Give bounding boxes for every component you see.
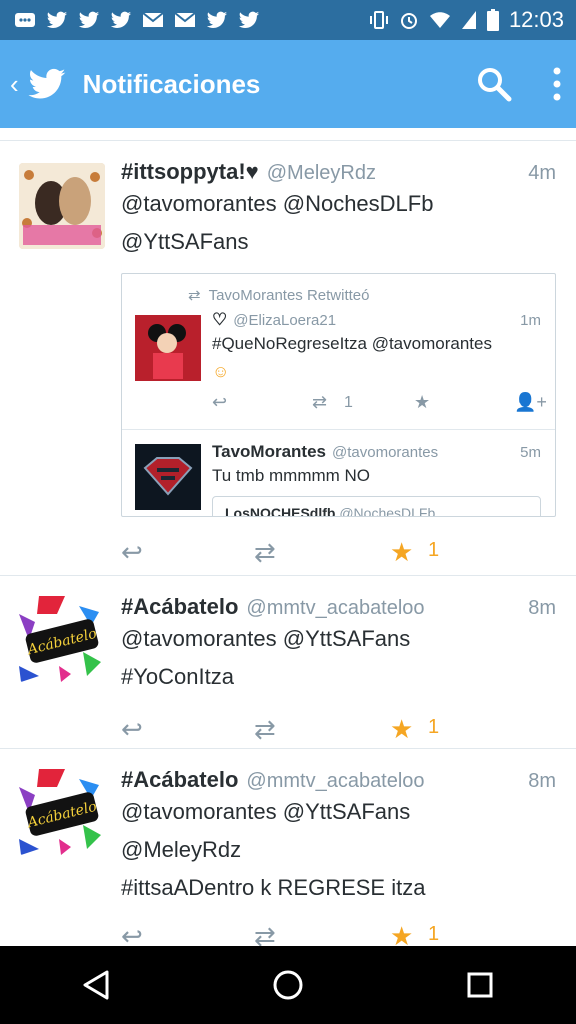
reply-icon[interactable]: ↩ [212, 392, 227, 413]
reply-icon[interactable]: ↩ [121, 537, 143, 568]
tweet-text-line: #ittsaADentro k REGRESE itza [121, 875, 426, 900]
follow-icon[interactable]: 👤+ [514, 392, 547, 413]
search-icon[interactable] [476, 66, 512, 102]
system-nav-bar [0, 946, 576, 1024]
avatar-photo: Acábatelo [19, 769, 105, 855]
tweet[interactable]: Acábatelo #Acábatelo @mmtv_acabateloo 8m… [0, 576, 576, 749]
twitter-icon [206, 11, 228, 28]
nested-handle: @NochesDLFb [339, 505, 436, 517]
tweet-text-line: @YttSAFans [121, 229, 249, 254]
embedded-conversation[interactable]: ⇄TavoMorantes Retwitteó ♡ @ElizaLoera21 [121, 273, 556, 517]
avatar[interactable] [135, 315, 201, 381]
quoted-text-line: #QueNoRegreseItza @tavomorantes [212, 334, 492, 353]
tweet-username[interactable]: #Acábatelo [121, 594, 238, 620]
twitter-logo-icon[interactable] [27, 67, 67, 101]
quoted-username[interactable]: TavoMorantes [212, 442, 326, 462]
signal-icon [461, 11, 476, 29]
system-tray: 12:03 [369, 0, 564, 40]
avatar[interactable] [135, 444, 201, 510]
nested-username: LosNOCHESdlfb [225, 505, 336, 517]
feed-top-divider [0, 128, 576, 141]
quoted-user-icon[interactable]: ♡ [212, 310, 227, 330]
tweet-text-line: @tavomorantes @YttSAFans [121, 626, 411, 651]
battery-icon [486, 9, 499, 31]
nested-quote-card[interactable]: LosNOCHESdlfb @NochesDLFb [212, 496, 541, 517]
favorite-icon[interactable]: ★ [390, 537, 413, 568]
twitter-icon [78, 11, 100, 28]
tweet-time: 8m [528, 597, 556, 619]
notification-icons [14, 10, 260, 30]
avatar-photo [135, 444, 201, 510]
page-title: Notificaciones [82, 68, 261, 99]
retweet-icon[interactable]: ⇄ [254, 921, 276, 946]
quoted-tweet[interactable]: TavoMorantes @tavomorantes 5m Tu tmb mmm… [122, 429, 555, 516]
status-bar: 12:03 [0, 0, 576, 40]
tweet-text-line: @MeleyRdz [121, 837, 242, 862]
twitter-icon [238, 11, 260, 28]
retweet-label: ⇄ TavoMorantes Retwitteó [188, 287, 370, 304]
tweet-time: 4m [528, 162, 556, 184]
reply-icon[interactable]: ↩ [121, 714, 143, 745]
avatar[interactable]: Acábatelo [19, 769, 105, 855]
tweet-handle[interactable]: @MeleyRdz [267, 162, 376, 185]
quoted-text-line: Tu tmb mmmmm NO [212, 466, 371, 485]
quoted-time: 1m [520, 312, 541, 329]
tweet-text-line: @tavomorantes @NochesDLFb [121, 191, 434, 216]
quoted-time: 5m [520, 444, 541, 461]
tweet-actions: ↩ ⇄ ★ 1 [0, 527, 576, 577]
favorite-icon[interactable]: ★ [390, 921, 413, 946]
retweet-small-icon: ⇄ [188, 287, 201, 304]
retweet-icon[interactable]: ⇄ [254, 714, 276, 745]
mail-icon [142, 12, 164, 27]
favorite-icon[interactable]: ★ [390, 714, 413, 745]
quoted-tweet[interactable]: ⇄TavoMorantes Retwitteó ♡ @ElizaLoera21 [122, 274, 555, 429]
tweet-handle[interactable]: @mmtv_acabateloo [246, 597, 424, 620]
tweet-handle[interactable]: @mmtv_acabateloo [246, 770, 424, 793]
notifications-feed[interactable]: #ittsoppyta!♥ @MeleyRdz 4m @tavomorantes… [0, 128, 576, 946]
quoted-handle[interactable]: @tavomorantes [332, 444, 438, 461]
smiley-emoji: ☺ [212, 362, 230, 381]
nav-recents-button[interactable] [456, 961, 504, 1009]
tweet-username[interactable]: #Acábatelo [121, 767, 238, 793]
tweet-username[interactable]: #ittsoppyta!♥ [121, 159, 259, 185]
quoted-handle[interactable]: @ElizaLoera21 [233, 312, 336, 329]
mail-icon [174, 12, 196, 27]
tweet-text-line: #YoConItza [121, 664, 234, 689]
tweet-actions: ↩ ⇄ ★ 1 [0, 704, 576, 754]
twitter-icon [46, 11, 68, 28]
more-vert-icon[interactable] [552, 66, 562, 102]
alarm-icon [400, 13, 417, 29]
favorite-count: 1 [428, 923, 440, 945]
recents-square-icon [467, 972, 493, 998]
reply-icon[interactable]: ↩ [121, 921, 143, 946]
favorite-icon[interactable]: ★ [414, 392, 430, 413]
favorite-count: 1 [428, 539, 440, 561]
avatar-photo: Acábatelo [19, 596, 105, 682]
nav-home-button[interactable] [264, 961, 312, 1009]
retweet-count: 1 [344, 394, 353, 411]
home-circle-icon [273, 970, 303, 1000]
retweet-icon[interactable]: ⇄ [312, 392, 327, 413]
tweet-text-line: @tavomorantes @YttSAFans [121, 799, 411, 824]
back-triangle-icon [83, 970, 109, 1000]
avatar-photo [19, 163, 105, 249]
avatar[interactable] [19, 163, 105, 249]
favorite-count: 1 [428, 716, 440, 738]
tweet-actions: ↩ ⇄ ★ 1 [0, 911, 576, 946]
app-bar: ‹ Notificaciones [0, 40, 576, 128]
clock: 12:03 [508, 7, 564, 32]
messenger-icon [15, 13, 35, 27]
wifi-icon [429, 12, 450, 28]
avatar[interactable]: Acábatelo [19, 596, 105, 682]
twitter-icon [110, 11, 132, 28]
retweet-icon[interactable]: ⇄ [254, 537, 276, 568]
back-icon[interactable]: ‹ [10, 69, 19, 100]
vibrate-icon [369, 11, 388, 29]
tweet-time: 8m [528, 770, 556, 792]
tweet[interactable]: Acábatelo #Acábatelo @mmtv_acabateloo 8m… [0, 749, 576, 946]
tweet[interactable]: #ittsoppyta!♥ @MeleyRdz 4m @tavomorantes… [0, 141, 576, 576]
nav-back-button[interactable] [72, 961, 120, 1009]
avatar-photo [135, 315, 201, 381]
